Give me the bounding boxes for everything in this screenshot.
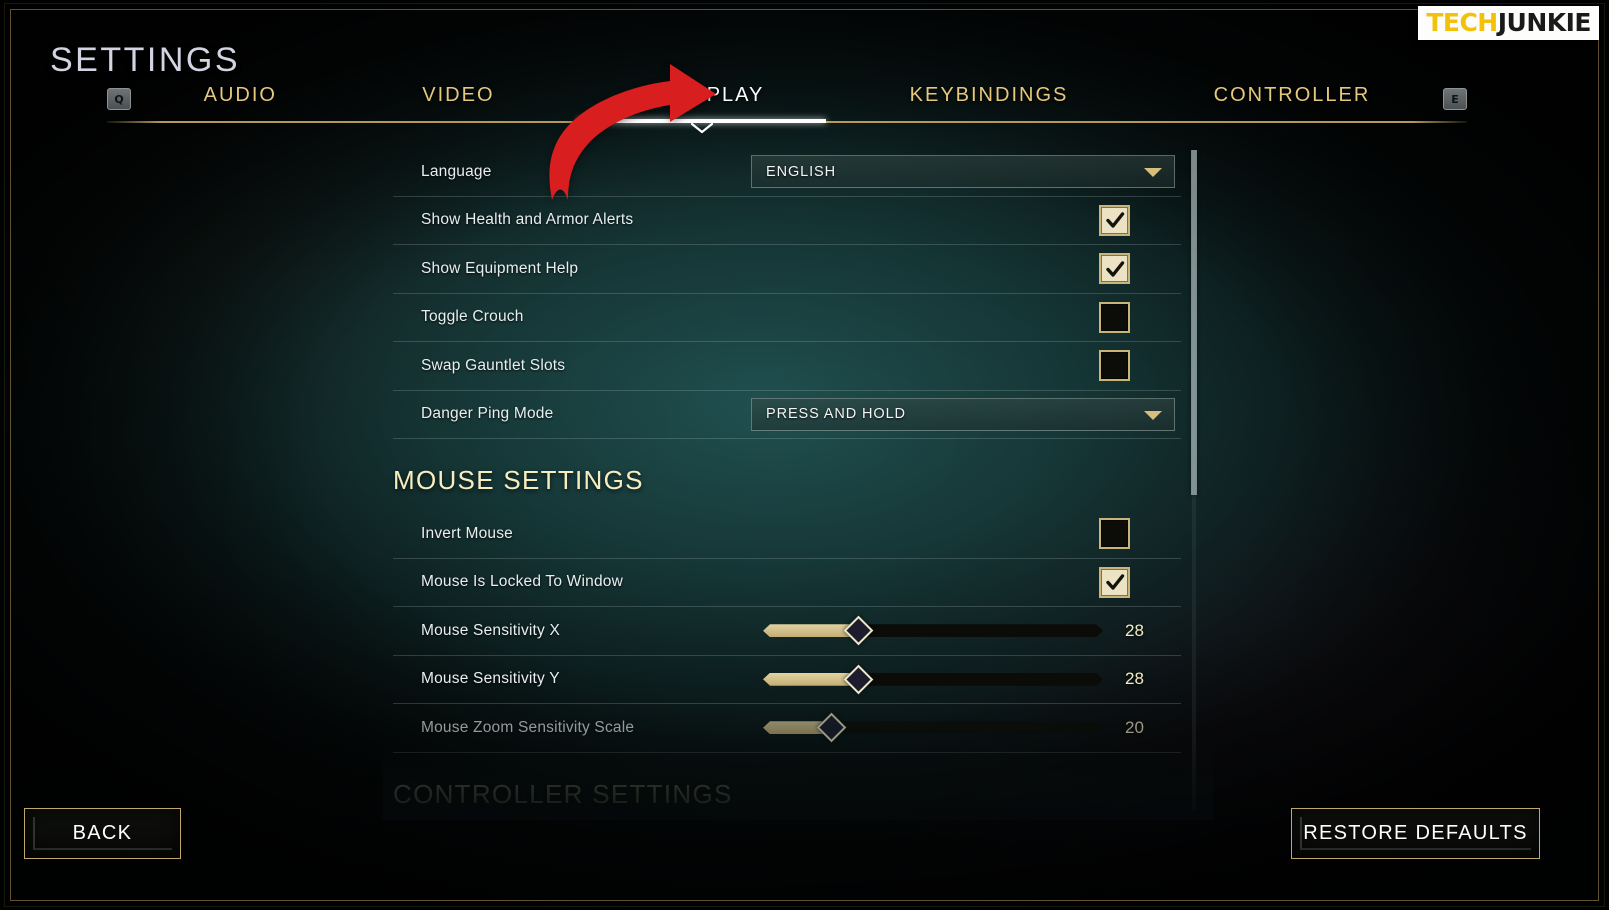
setting-row-danger-ping-mode: Danger Ping Mode PRESS AND HOLD	[393, 391, 1181, 439]
setting-label-show-equipment-help: Show Equipment Help	[421, 259, 579, 277]
setting-row-show-equipment-help: Show Equipment Help	[393, 245, 1181, 294]
key-hint-q-icon[interactable]: Q	[107, 88, 131, 110]
checkbox-swap-gauntlet-slots[interactable]	[1099, 350, 1130, 382]
setting-label-danger-ping-mode: Danger Ping Mode	[421, 405, 554, 423]
danger-ping-mode-dropdown[interactable]: PRESS AND HOLD	[751, 397, 1175, 431]
tab-controller[interactable]: CONTROLLER	[1141, 84, 1443, 117]
active-tab-chevron-down-icon	[691, 123, 714, 134]
setting-row-mouse-sensitivity-y: Mouse Sensitivity Y 28	[393, 656, 1181, 704]
setting-control-language: ENGLISH	[751, 155, 1181, 189]
tab-list: Q AUDIO VIDEO GAMEPLAY KEYBINDINGS CONTR…	[107, 84, 1467, 118]
setting-label-mouse-sensitivity-y: Mouse Sensitivity Y	[421, 670, 560, 688]
setting-row-toggle-crouch: Toggle Crouch	[393, 294, 1181, 342]
language-dropdown-value: ENGLISH	[766, 163, 836, 180]
tab-gameplay[interactable]: GAMEPLAY	[567, 84, 837, 117]
settings-tabbar: Q AUDIO VIDEO GAMEPLAY KEYBINDINGS CONTR…	[107, 84, 1467, 134]
back-button[interactable]: BACK	[24, 808, 181, 859]
slider-wrap-mouse-zoom-sensitivity-scale: 20	[751, 712, 1181, 743]
setting-control-invert-mouse	[751, 518, 1181, 550]
danger-ping-mode-dropdown-value: PRESS AND HOLD	[766, 406, 906, 423]
setting-label-invert-mouse: Invert Mouse	[421, 524, 513, 542]
logo-text-junkie: JUNKIE	[1497, 8, 1592, 37]
back-button-label: BACK	[72, 822, 133, 844]
scrollbar-thumb[interactable]	[1191, 150, 1197, 495]
check-icon	[1105, 212, 1124, 228]
tab-video[interactable]: VIDEO	[350, 84, 568, 117]
checkbox-toggle-crouch[interactable]	[1099, 301, 1130, 333]
setting-row-mouse-zoom-sensitivity-scale: Mouse Zoom Sensitivity Scale 20	[393, 704, 1181, 753]
slider-wrap-mouse-sensitivity-y: 28	[751, 664, 1181, 695]
setting-control-show-equipment-help	[751, 253, 1181, 285]
slider-handle[interactable]	[843, 615, 874, 646]
check-icon	[1105, 261, 1124, 277]
section-heading-controller-settings: CONTROLLER SETTINGS	[393, 778, 733, 809]
section-heading-mouse-settings: MOUSE SETTINGS	[393, 465, 644, 495]
page-title: SETTINGS	[50, 41, 241, 79]
setting-control-show-health-and-armor-alerts	[751, 204, 1181, 236]
chevron-down-icon	[1144, 168, 1162, 178]
setting-row-mouse-is-locked-to-window: Mouse Is Locked To Window	[393, 559, 1181, 607]
slider-wrap-mouse-sensitivity-x: 28	[751, 615, 1181, 646]
setting-label-mouse-sensitivity-x: Mouse Sensitivity X	[421, 621, 561, 639]
slider-mouse-zoom-sensitivity-scale[interactable]	[763, 712, 1103, 743]
checkbox-invert-mouse[interactable]	[1099, 518, 1130, 550]
tab-audio[interactable]: AUDIO	[131, 84, 350, 117]
slider-value-mouse-sensitivity-y: 28	[1125, 669, 1144, 689]
checkbox-mouse-is-locked-to-window[interactable]	[1099, 566, 1130, 598]
setting-control-mouse-sensitivity-x: 28	[751, 615, 1181, 646]
slider-value-mouse-sensitivity-x: 28	[1125, 620, 1144, 640]
setting-control-mouse-sensitivity-y: 28	[751, 664, 1181, 695]
game-settings-screen: TECHJUNKIE SETTINGS Q AUDIO VIDEO GAMEPL…	[0, 0, 1609, 910]
slider-mouse-sensitivity-x[interactable]	[763, 615, 1103, 646]
slider-handle[interactable]	[816, 712, 847, 743]
setting-label-language: Language	[421, 162, 492, 180]
check-icon	[1105, 574, 1124, 590]
setting-label-show-health-and-armor-alerts: Show Health and Armor Alerts	[421, 211, 634, 229]
checkbox-show-equipment-help[interactable]	[1099, 253, 1130, 285]
setting-control-toggle-crouch	[751, 301, 1181, 333]
chevron-down-icon	[1144, 410, 1162, 420]
settings-content-scroll-area[interactable]: Language ENGLISH Show Health and Armor A…	[393, 148, 1181, 808]
setting-row-language: Language ENGLISH	[393, 148, 1181, 197]
setting-label-toggle-crouch: Toggle Crouch	[421, 308, 524, 326]
logo-text-tech: TECH	[1426, 8, 1498, 37]
setting-label-swap-gauntlet-slots: Swap Gauntlet Slots	[421, 356, 566, 374]
slider-value-mouse-zoom-sensitivity-scale: 20	[1125, 717, 1144, 737]
restore-defaults-button[interactable]: RESTORE DEFAULTS	[1291, 808, 1540, 859]
setting-label-mouse-is-locked-to-window: Mouse Is Locked To Window	[421, 573, 624, 591]
techjunkie-watermark-logo: TECHJUNKIE	[1418, 6, 1599, 40]
setting-row-invert-mouse: Invert Mouse	[393, 510, 1181, 559]
language-dropdown[interactable]: ENGLISH	[751, 155, 1175, 189]
setting-control-danger-ping-mode: PRESS AND HOLD	[751, 397, 1181, 431]
checkbox-show-health-and-armor-alerts[interactable]	[1099, 204, 1130, 236]
setting-label-mouse-zoom-sensitivity-scale: Mouse Zoom Sensitivity Scale	[421, 718, 635, 736]
setting-control-mouse-zoom-sensitivity-scale: 20	[751, 712, 1181, 743]
key-hint-e-icon[interactable]: E	[1442, 88, 1467, 110]
setting-row-mouse-sensitivity-x: Mouse Sensitivity X 28	[393, 607, 1181, 656]
setting-row-swap-gauntlet-slots: Swap Gauntlet Slots	[393, 342, 1181, 391]
slider-handle[interactable]	[843, 664, 874, 695]
setting-control-swap-gauntlet-slots	[751, 350, 1181, 382]
slider-mouse-sensitivity-y[interactable]	[763, 664, 1103, 695]
setting-control-mouse-is-locked-to-window	[751, 566, 1181, 598]
restore-defaults-button-label: RESTORE DEFAULTS	[1303, 822, 1528, 844]
setting-row-show-health-and-armor-alerts: Show Health and Armor Alerts	[393, 197, 1181, 245]
tab-keybindings[interactable]: KEYBINDINGS	[837, 84, 1141, 117]
